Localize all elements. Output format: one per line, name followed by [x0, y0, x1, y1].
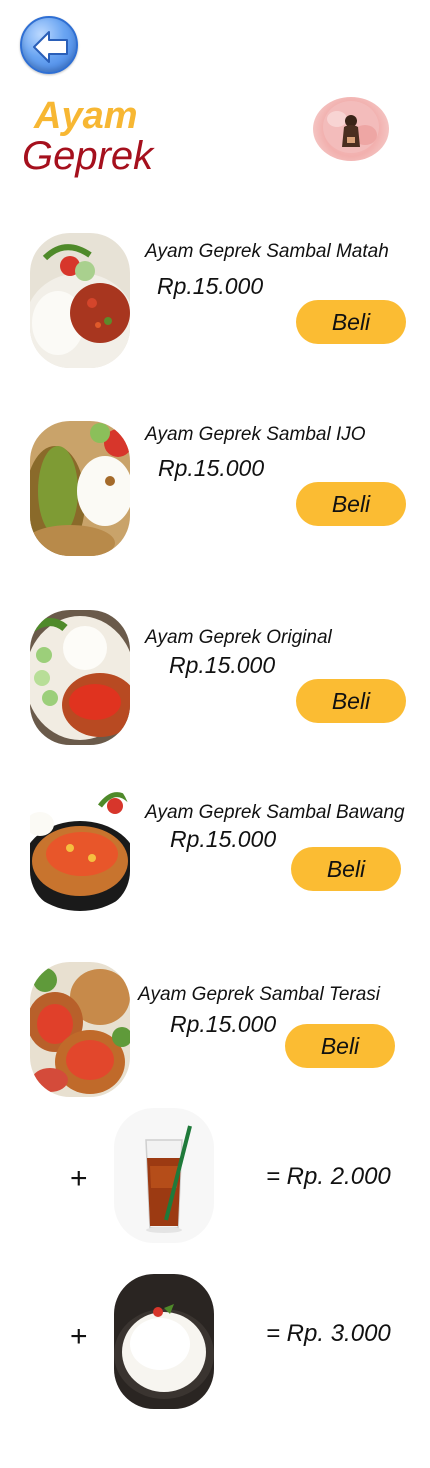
buy-button[interactable]: Beli: [296, 300, 406, 344]
buy-button[interactable]: Beli: [296, 482, 406, 526]
buy-button[interactable]: Beli: [285, 1024, 395, 1068]
food-image-original: [30, 610, 130, 745]
menu-item-price: Rp.15.000: [170, 826, 277, 852]
add-rice-plus[interactable]: +: [70, 1320, 88, 1354]
addon-price: = Rp. 3.000: [266, 1320, 391, 1347]
menu-item-name: Ayam Geprek Sambal IJO: [145, 424, 366, 445]
menu-item-price: Rp.15.000: [170, 1011, 277, 1037]
menu-item-name: Ayam Geprek Original: [145, 627, 332, 648]
avatar[interactable]: [313, 97, 389, 161]
rice-image: [114, 1274, 214, 1409]
profile-avatar-icon: [323, 101, 379, 153]
menu-item-name: Ayam Geprek Sambal Terasi: [138, 984, 381, 1005]
food-image-sambal-ijo: [30, 421, 130, 556]
menu-item-name: Ayam Geprek Sambal Matah: [145, 241, 389, 262]
page-title-line1: Ayam: [34, 95, 138, 137]
page-title-line2: Geprek: [22, 134, 154, 178]
food-image-sambal-bawang: [30, 776, 130, 911]
add-drink-plus[interactable]: +: [70, 1162, 88, 1196]
buy-button[interactable]: Beli: [291, 847, 401, 891]
food-image-sambal-matah: [30, 233, 130, 368]
iced-tea-image: [114, 1108, 214, 1243]
menu-item-price: Rp.15.000: [158, 455, 265, 481]
food-image-sambal-terasi: [30, 962, 130, 1097]
arrow-left-icon: [33, 31, 68, 63]
buy-button[interactable]: Beli: [296, 679, 406, 723]
menu-item-name: Ayam Geprek Sambal Bawang: [145, 802, 405, 823]
back-button[interactable]: [20, 16, 78, 74]
addon-price: = Rp. 2.000: [266, 1163, 391, 1190]
menu-item-price: Rp.15.000: [169, 652, 276, 678]
menu-item-price: Rp.15.000: [157, 273, 264, 299]
